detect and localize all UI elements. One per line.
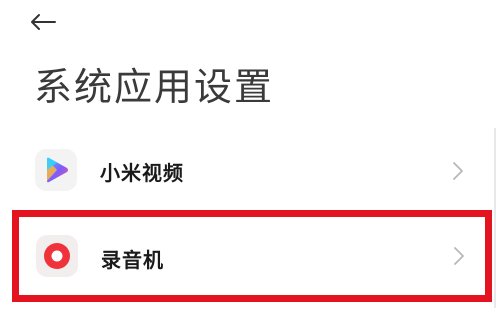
recorder-label: 录音机 (101, 248, 164, 272)
mi-video-label: 小米视频 (100, 161, 184, 185)
chevron-right-icon (453, 162, 463, 180)
chevron-right-icon (454, 247, 464, 265)
app-list: 小米视频 录音机 (0, 0, 500, 310)
list-item-mi-video[interactable]: 小米视频 (12, 128, 492, 214)
list-item-recorder[interactable]: 录音机 (12, 210, 492, 302)
recorder-icon (36, 235, 78, 277)
mi-video-play-icon (35, 149, 77, 191)
